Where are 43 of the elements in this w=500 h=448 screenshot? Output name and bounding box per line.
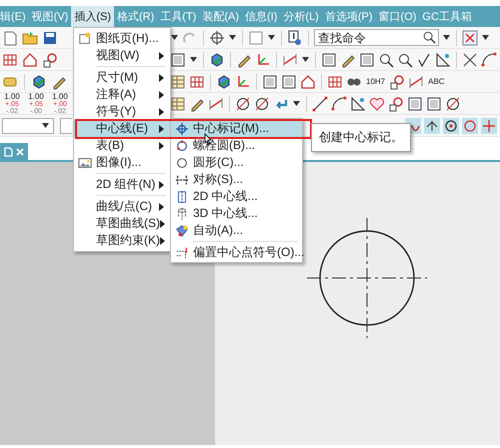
menu-item[interactable]: 表(B) [74, 137, 170, 154]
menu-item[interactable]: 注释(A) [74, 86, 170, 103]
menu-item-label: 中心标记(M)... [193, 122, 269, 135]
menu-item[interactable]: 插入(S) [71, 6, 114, 27]
menu-item-label: 曲线/点(C) [96, 200, 152, 213]
menu-item-label: 表(B) [96, 139, 124, 152]
menu-item-label: 2D 组件(N) [96, 178, 156, 191]
menu-item-label: 偏置中心点符号(O)... [193, 246, 304, 259]
fit-button[interactable]: 10H7 [365, 74, 386, 90]
menu-item-label: 草图约束(K) [96, 234, 160, 247]
menu-item[interactable]: 曲线/点(C) [74, 198, 170, 215]
menu-item[interactable]: 自动(A)... [171, 222, 302, 239]
menu-item-label: 3D 中心线... [193, 207, 258, 220]
menu-item-label: 注释(A) [96, 88, 136, 101]
menu-item[interactable]: 中心线(E) [74, 120, 170, 137]
tooltip: 创建中心标记。 [311, 123, 411, 152]
text-dimension-button[interactable]: ABC [427, 74, 446, 90]
menu-item[interactable]: 尺寸(M) [74, 69, 170, 86]
menu-item[interactable]: 符号(Y) [74, 103, 170, 120]
search-field[interactable]: 查找命令 [314, 29, 439, 46]
menu-item-label: 草图曲线(S) [96, 217, 160, 230]
menu-item[interactable]: 草图约束(K) [74, 232, 170, 249]
menu-item-label: 符号(Y) [96, 105, 136, 118]
menu-item[interactable]: 偏置中心点符号(O)... [171, 244, 302, 261]
menu-item[interactable]: 草图曲线(S) [74, 215, 170, 232]
menu-item-label: 自动(A)... [193, 224, 243, 237]
menu-item-label: 图像(I)... [96, 156, 142, 169]
menu-item-label: 圆形(C)... [193, 156, 244, 169]
menu-item[interactable]: 图像(I)... [74, 154, 170, 171]
menu-item[interactable]: 圆形(C)... [171, 154, 302, 171]
menu-item[interactable]: 2D 组件(N) [74, 176, 170, 193]
menu-item-label: 2D 中心线... [193, 190, 258, 203]
menu-item[interactable]: 对称(S)... [171, 171, 302, 188]
menu-item-label: 对称(S)... [193, 173, 243, 186]
menu-item-label: 中心线(E) [96, 122, 148, 135]
menu-item-label: 尺寸(M) [96, 71, 138, 84]
menu-item[interactable]: 视图(W) [74, 47, 170, 64]
menu-item-label: 视图(W) [96, 49, 140, 62]
menu-item[interactable]: 2D 中心线... [171, 188, 302, 205]
menu-item[interactable]: 3D 中心线... [171, 205, 302, 222]
menu-item[interactable]: 中心标记(M)... [171, 120, 302, 137]
menu-item[interactable]: 图纸页(H)... [74, 30, 170, 47]
menu-item-label: 图纸页(H)... [96, 32, 159, 45]
